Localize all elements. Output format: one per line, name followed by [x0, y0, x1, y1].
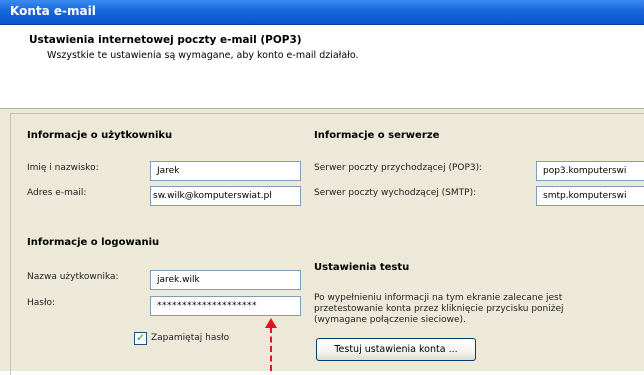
- outgoing-server-label: Serwer poczty wychodzącej (SMTP):: [314, 188, 477, 198]
- password-label: Hasło:: [27, 298, 56, 308]
- header-title: Ustawienia internetowej poczty e-mail (P…: [29, 34, 302, 46]
- annotation-arrow-line: [270, 327, 272, 371]
- name-label: Imię i nazwisko:: [27, 163, 99, 173]
- username-label: Nazwa użytkownika:: [27, 272, 119, 282]
- test-settings-description: Po wypełnieniu informacji na tym ekranie…: [314, 293, 564, 325]
- email-label: Adres e-mail:: [27, 188, 87, 198]
- outgoing-server-field[interactable]: smtp.komputerswi: [536, 186, 644, 206]
- remember-password-checkbox[interactable]: ✓: [134, 331, 147, 345]
- server-info-heading: Informacje o serwerze: [314, 130, 440, 141]
- incoming-server-field[interactable]: pop3.komputerswi: [536, 161, 644, 181]
- window-title-bar: Konta e-mail: [0, 0, 644, 25]
- test-settings-heading: Ustawienia testu: [314, 262, 410, 273]
- username-field[interactable]: jarek.wilk: [150, 270, 301, 290]
- window-title: Konta e-mail: [10, 4, 96, 18]
- email-field[interactable]: sw.wilk@komputerswiat.pl: [150, 186, 301, 206]
- login-info-heading: Informacje o logowaniu: [27, 237, 160, 248]
- user-info-heading: Informacje o użytkowniku: [27, 130, 173, 141]
- password-field[interactable]: ********************: [150, 296, 301, 316]
- name-field[interactable]: Jarek: [150, 161, 301, 181]
- checkmark-icon: ✓: [136, 331, 146, 344]
- header-subtitle: Wszystkie te ustawienia są wymagane, aby…: [47, 50, 359, 61]
- test-account-settings-button[interactable]: Testuj ustawienia konta ...: [316, 338, 476, 361]
- remember-password-label[interactable]: Zapamiętaj hasło: [151, 333, 229, 343]
- incoming-server-label: Serwer poczty przychodzącej (POP3):: [314, 163, 483, 173]
